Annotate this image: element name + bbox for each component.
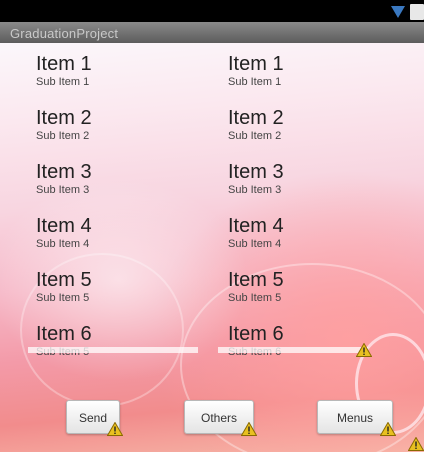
list-item[interactable]: Item 1 Sub Item 1 [228, 53, 418, 107]
warning-icon [380, 422, 396, 436]
list-right: Item 1 Sub Item 1 Item 2 Sub Item 2 Item… [228, 53, 418, 377]
item-subtitle: Sub Item 1 [228, 76, 282, 88]
item-title: Item 2 [228, 107, 284, 129]
send-button[interactable]: Send [66, 400, 123, 436]
others-button-label: Others [200, 411, 237, 425]
main-content: Item 1 Sub Item 1 Item 2 Sub Item 2 Item… [0, 43, 424, 452]
status-bar [0, 0, 424, 22]
app-title: GraduationProject [10, 26, 119, 41]
list-item[interactable]: Item 5 Sub Item 5 [36, 269, 226, 323]
list-item[interactable]: Item 2 Sub Item 2 [36, 107, 226, 161]
menus-button[interactable]: Menus [317, 400, 396, 436]
item-title: Item 1 [228, 53, 284, 75]
item-subtitle: Sub Item 5 [228, 292, 282, 304]
list-divider [28, 347, 198, 353]
item-title: Item 3 [36, 161, 92, 183]
item-title: Item 4 [228, 215, 284, 237]
list-item[interactable]: Item 4 Sub Item 4 [228, 215, 418, 269]
item-title: Item 3 [228, 161, 284, 183]
item-subtitle: Sub Item 4 [36, 238, 90, 250]
item-title: Item 4 [36, 215, 92, 237]
send-button-label: Send [78, 411, 108, 425]
list-item[interactable]: Item 4 Sub Item 4 [36, 215, 226, 269]
list-item[interactable]: Item 3 Sub Item 3 [228, 161, 418, 215]
item-subtitle: Sub Item 5 [36, 292, 90, 304]
list-item[interactable]: Item 2 Sub Item 2 [228, 107, 418, 161]
item-subtitle: Sub Item 4 [228, 238, 282, 250]
menus-button-label: Menus [336, 411, 374, 425]
warning-icon [107, 422, 123, 436]
warning-icon [408, 437, 424, 451]
item-subtitle: Sub Item 2 [228, 130, 282, 142]
wifi-icon [391, 6, 405, 18]
list-divider [218, 347, 368, 353]
item-title: Item 1 [36, 53, 92, 75]
warning-icon [241, 422, 257, 436]
others-button[interactable]: Others [184, 400, 257, 436]
list-item[interactable]: Item 5 Sub Item 5 [228, 269, 418, 323]
title-bar: GraduationProject [0, 22, 424, 43]
battery-icon [410, 4, 424, 20]
item-subtitle: Sub Item 2 [36, 130, 90, 142]
warning-icon [356, 343, 372, 357]
list-item[interactable]: Item 3 Sub Item 3 [36, 161, 226, 215]
list-item[interactable]: Item 1 Sub Item 1 [36, 53, 226, 107]
item-subtitle: Sub Item 3 [36, 184, 90, 196]
item-title: Item 2 [36, 107, 92, 129]
list-left: Item 1 Sub Item 1 Item 2 Sub Item 2 Item… [36, 53, 226, 377]
item-title: Item 6 [36, 323, 92, 345]
item-title: Item 5 [228, 269, 284, 291]
item-title: Item 6 [228, 323, 284, 345]
item-subtitle: Sub Item 1 [36, 76, 90, 88]
item-title: Item 5 [36, 269, 92, 291]
item-subtitle: Sub Item 3 [228, 184, 282, 196]
